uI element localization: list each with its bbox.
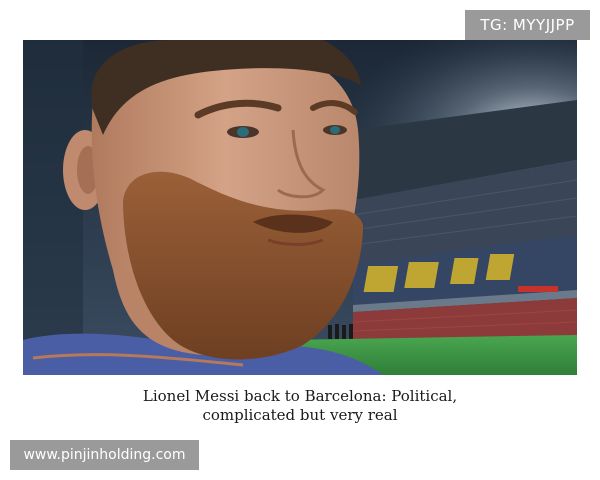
headline-caption: Lionel Messi back to Barcelona: Politica… xyxy=(0,387,600,425)
headline-line-2: complicated but very real xyxy=(202,406,398,424)
hero-photo xyxy=(23,40,577,375)
headline-line-1: Lionel Messi back to Barcelona: Politica… xyxy=(142,387,458,405)
site-watermark-badge: www.pinjinholding.com xyxy=(10,440,199,470)
player-portrait-image xyxy=(23,40,577,375)
tg-watermark-badge: TG: MYYJJPP xyxy=(465,10,590,40)
